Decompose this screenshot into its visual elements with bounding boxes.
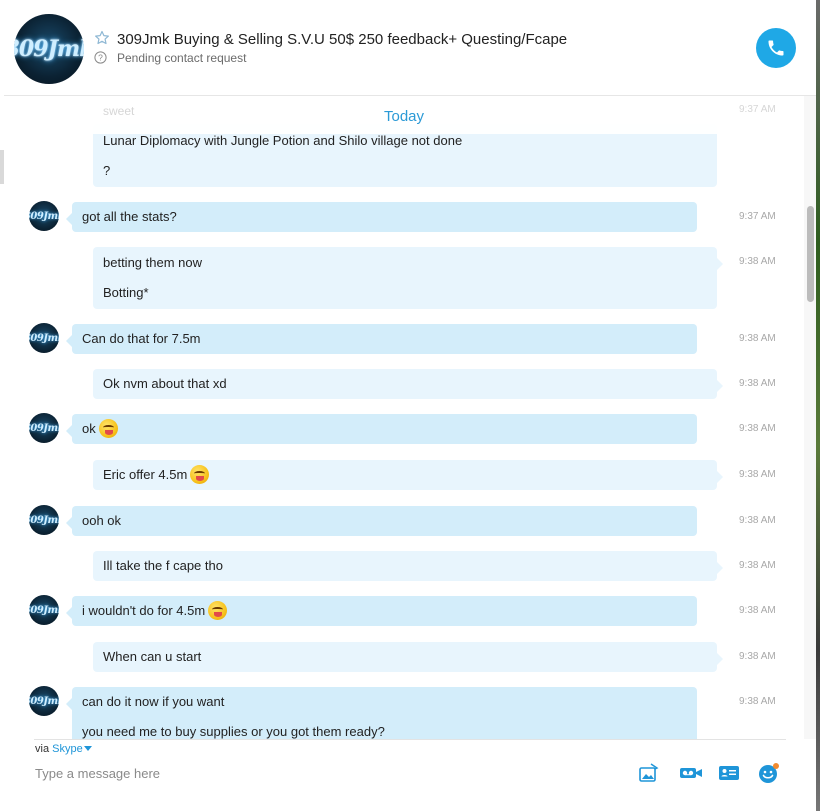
savoring-face-emoji-icon: [190, 465, 210, 484]
message-input[interactable]: [35, 761, 615, 785]
message-time: 9:38 AM: [739, 651, 776, 662]
message-text: Ill take the f cape tho: [103, 558, 223, 573]
incoming-message[interactable]: Can do that for 7.5m: [66, 324, 697, 354]
message-time: 9:38 AM: [739, 256, 776, 267]
send-media-button[interactable]: [637, 763, 661, 783]
scrolled-message-time: 9:37 AM: [739, 104, 776, 115]
message-text: ooh ok: [82, 513, 122, 528]
message-time: 9:38 AM: [739, 605, 776, 616]
sender-avatar[interactable]: 309Jmk: [29, 323, 59, 353]
incoming-message[interactable]: ok: [66, 414, 697, 444]
emoticon-icon: [759, 763, 779, 783]
incoming-message[interactable]: got all the stats?: [66, 202, 697, 232]
phone-icon: [768, 40, 784, 56]
message-text: you need me to buy supplies or you got t…: [82, 724, 385, 739]
message-time: 9:38 AM: [739, 560, 776, 571]
via-label: via: [35, 743, 50, 755]
incoming-message[interactable]: can do it now if you want you need me to…: [66, 687, 697, 739]
svg-text:?: ?: [98, 53, 103, 63]
message-time: 9:38 AM: [739, 423, 776, 434]
background-desktop-edge: [816, 0, 820, 811]
send-contact-icon: [719, 766, 739, 780]
compose-divider: [34, 739, 786, 740]
scrollbar-track[interactable]: [804, 96, 816, 739]
conversation-header: 309Jmk 309Jmk Buying & Selling S.V.U 50$…: [4, 0, 816, 96]
emoticon-button[interactable]: [757, 763, 781, 783]
message-time: 9:38 AM: [739, 469, 776, 480]
contact-status: Pending contact request: [117, 51, 247, 65]
contact-name: 309Jmk Buying & Selling S.V.U 50$ 250 fe…: [117, 31, 568, 48]
message-text: When can u start: [103, 649, 202, 664]
outgoing-message[interactable]: Ill take the f cape tho: [93, 551, 723, 581]
avatar-text: 309Jmk: [14, 36, 84, 62]
question-circle-icon: ?: [94, 51, 107, 64]
sender-avatar[interactable]: 309Jmk: [29, 505, 59, 535]
outgoing-message[interactable]: When can u start: [93, 642, 723, 672]
message-text: Ok nvm about that xd: [103, 376, 227, 391]
sender-avatar[interactable]: 309Jmk: [29, 201, 59, 231]
contact-avatar[interactable]: 309Jmk: [14, 14, 84, 84]
savoring-face-emoji-icon: [208, 601, 228, 620]
message-text: i wouldn't do for 4.5m: [82, 603, 206, 618]
outgoing-message[interactable]: Ok nvm about that xd: [93, 369, 723, 399]
sender-avatar[interactable]: 309Jmk: [29, 595, 59, 625]
message-text: betting them now: [103, 255, 203, 270]
outgoing-message[interactable]: betting them now Botting*: [93, 247, 723, 309]
compose-area: via Skype: [4, 739, 816, 811]
message-text: got all the stats?: [82, 209, 177, 224]
video-message-icon: [680, 768, 702, 778]
savoring-face-emoji-icon: [98, 419, 118, 438]
incoming-message[interactable]: i wouldn't do for 4.5m: [66, 596, 697, 626]
message-text: Can do that for 7.5m: [82, 331, 201, 346]
sender-avatar[interactable]: 309Jmk: [29, 686, 59, 716]
message-text: can do it now if you want: [82, 694, 225, 709]
send-contact-button[interactable]: [717, 763, 741, 783]
outgoing-message[interactable]: Eric offer 4.5m: [93, 460, 723, 490]
message-time: 9:38 AM: [739, 696, 776, 707]
via-selector: via Skype: [35, 743, 92, 755]
message-text: ?: [103, 163, 111, 178]
service-dropdown[interactable]: Skype: [52, 743, 92, 755]
message-time: 9:37 AM: [739, 211, 776, 222]
message-time: 9:38 AM: [739, 378, 776, 389]
send-media-icon: [639, 763, 659, 782]
favorite-star-icon[interactable]: [94, 30, 110, 46]
scrolled-message-preview: sweet: [103, 104, 135, 118]
message-list[interactable]: sweet 9:37 AM Today Lunar Diplomacy with…: [4, 96, 816, 739]
incoming-message[interactable]: ooh ok: [66, 506, 697, 536]
sender-avatar[interactable]: 309Jmk: [29, 413, 59, 443]
chat-window: 309Jmk 309Jmk Buying & Selling S.V.U 50$…: [4, 0, 816, 811]
message-text: Eric offer 4.5m: [103, 467, 188, 482]
message-text: ok: [82, 421, 96, 436]
video-message-button[interactable]: [678, 763, 704, 783]
caret-down-icon: [83, 746, 92, 751]
call-button[interactable]: [756, 28, 796, 68]
message-time: 9:38 AM: [739, 515, 776, 526]
message-time: 9:38 AM: [739, 333, 776, 344]
scrollbar-thumb[interactable]: [807, 206, 814, 302]
message-text: Botting*: [103, 285, 149, 300]
date-divider-label: Today: [383, 107, 425, 125]
